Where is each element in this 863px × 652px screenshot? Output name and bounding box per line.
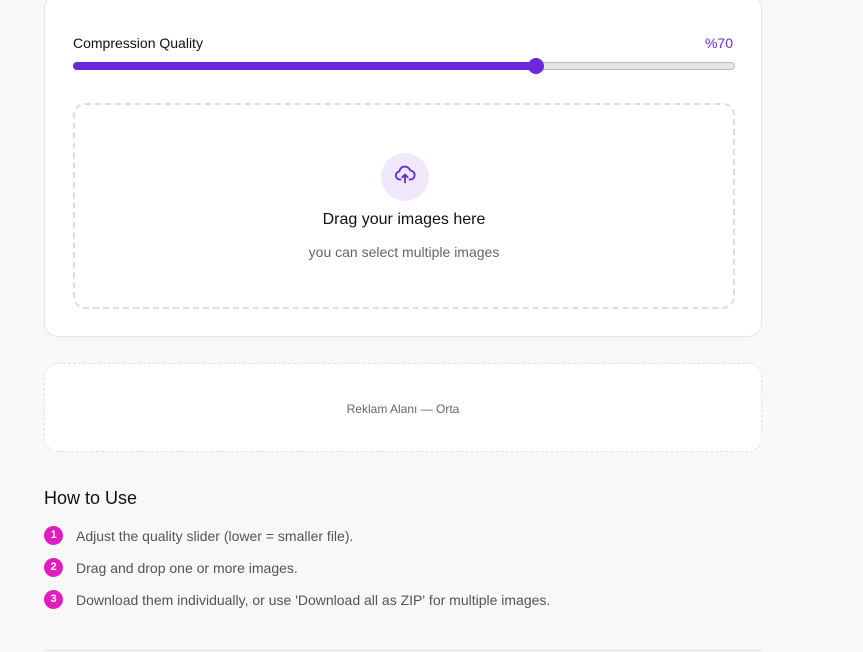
slider-fill xyxy=(73,62,536,70)
cloud-upload-icon xyxy=(394,164,416,191)
upload-icon-circle xyxy=(381,153,429,201)
compressor-card: Compression Quality %70 Drag your images… xyxy=(44,0,762,337)
ad-text: Reklam Alanı — Orta xyxy=(346,402,460,416)
ad-placeholder: Reklam Alanı — Orta xyxy=(44,363,762,452)
step-text: Drag and drop one or more images. xyxy=(76,560,298,576)
quality-label: Compression Quality xyxy=(73,35,203,51)
quality-slider[interactable] xyxy=(73,58,735,74)
quality-row: Compression Quality %70 xyxy=(73,35,733,53)
dropzone-title: Drag your images here xyxy=(322,211,486,228)
step-number-badge: 3 xyxy=(44,590,63,609)
dropzone-subtitle: you can select multiple images xyxy=(308,244,500,260)
image-dropzone[interactable]: Drag your images here you can select mul… xyxy=(73,103,735,309)
step-text: Adjust the quality slider (lower = small… xyxy=(76,528,354,544)
page: Compression Quality %70 Drag your images… xyxy=(0,0,863,652)
step-number-badge: 2 xyxy=(44,558,63,577)
step-number-badge: 1 xyxy=(44,526,63,545)
quality-value: %70 xyxy=(704,35,733,51)
section-divider xyxy=(44,650,762,651)
step-text: Download them individually, or use 'Down… xyxy=(76,592,551,608)
slider-thumb[interactable] xyxy=(528,58,544,74)
how-to-title: How to Use xyxy=(44,488,138,508)
